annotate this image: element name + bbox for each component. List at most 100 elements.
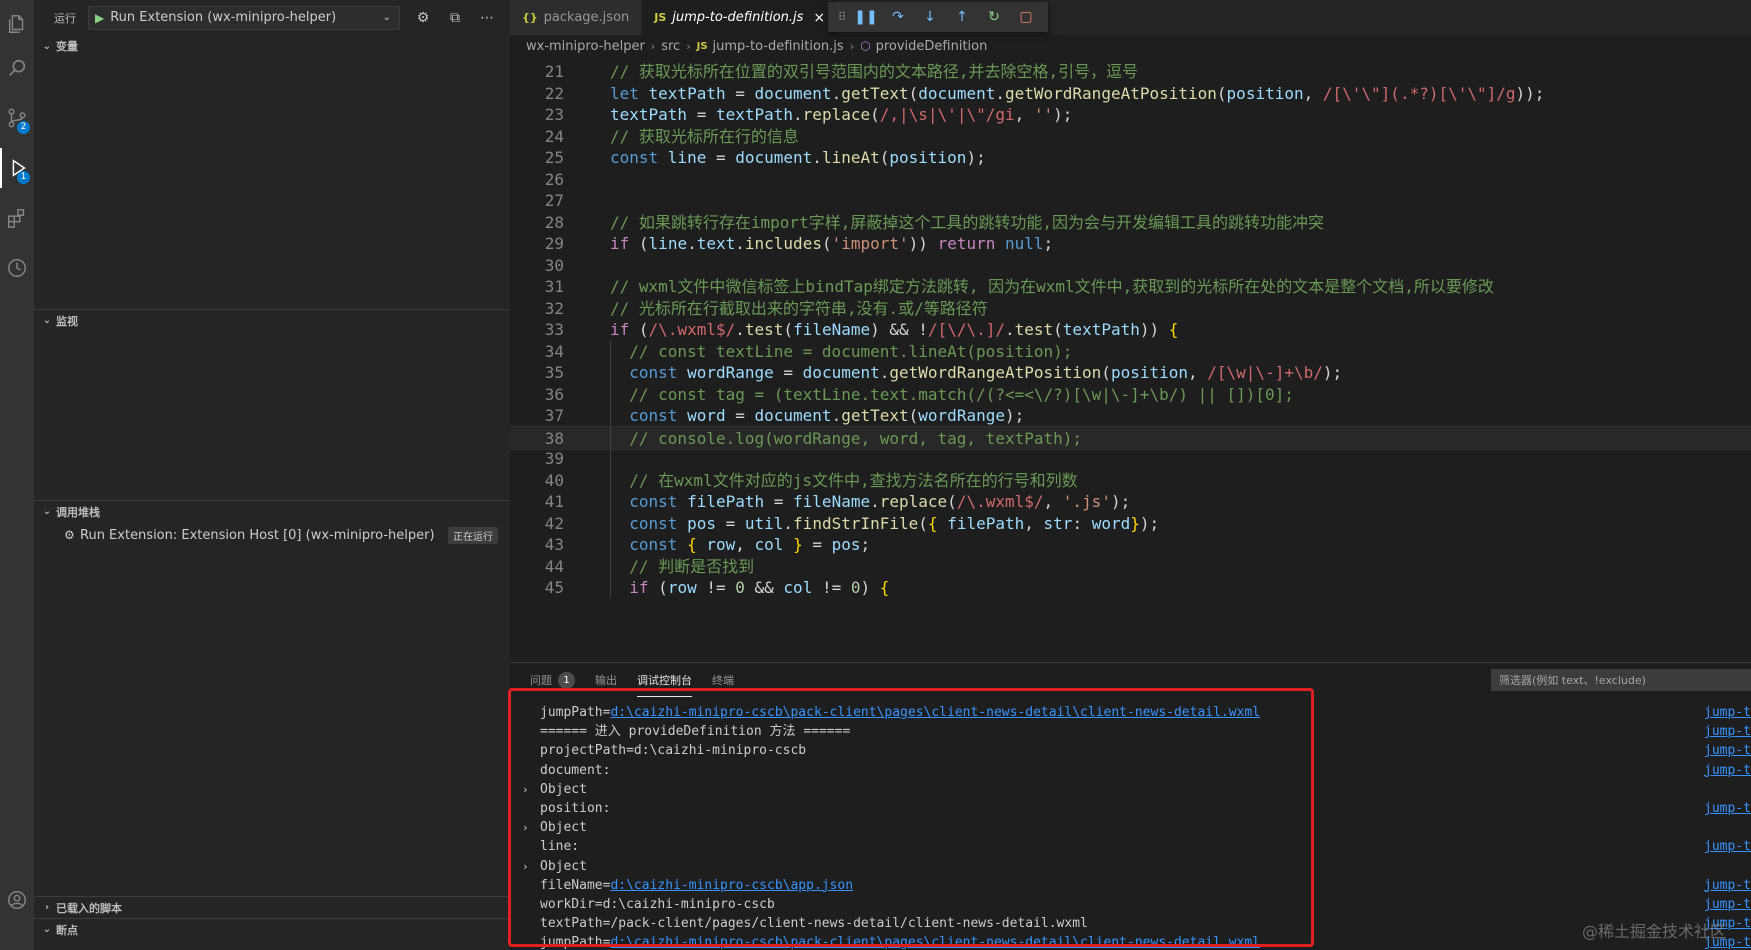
search-icon[interactable] [0, 48, 34, 88]
breadcrumb-file[interactable]: jump-to-definition.js [713, 39, 844, 54]
console-object-row[interactable]: › Object [510, 857, 1751, 876]
code-line[interactable]: 28 // 如果跳转行存在import字样,屏蔽掉这个工具的跳转功能,因为会与开发… [510, 211, 1751, 235]
code-editor[interactable]: 21 // 获取光标所在位置的双引号范围内的文本路径,并去除空格,引号，逗号 22 l… [510, 60, 1751, 660]
close-icon[interactable]: × [813, 10, 825, 26]
code-line[interactable]: 23 textPath = textPath.replace(/,|\s|\'|\… [510, 103, 1751, 127]
section-variables[interactable]: ⌄ 变量 [34, 35, 510, 57]
code-line[interactable]: 40 // 在wxml文件对应的js文件中,查找方法名所在的行号和列数 [510, 469, 1751, 493]
tab-package-json[interactable]: {} package.json [510, 0, 643, 35]
gear-icon[interactable]: ⚙ [414, 9, 432, 27]
section-breakpoints[interactable]: ⌄ 断点 [34, 918, 510, 940]
code-line[interactable]: 22 let textPath = document.getText(docume… [510, 82, 1751, 106]
extensions-icon[interactable] [0, 198, 34, 238]
code-line[interactable]: 38 // console.log(wordRange, word, tag, … [510, 425, 1751, 450]
breadcrumb-folder[interactable]: src [661, 39, 680, 54]
console-file-link[interactable]: d:\caizhi-minipro-cscb\pack-client\pages… [610, 935, 1260, 950]
line-number[interactable]: 40 [510, 469, 564, 493]
code-line[interactable]: 39 [510, 447, 1751, 471]
start-debug-icon[interactable]: ▶ [95, 11, 104, 25]
line-number[interactable]: 39 [510, 447, 564, 471]
code-line[interactable]: 27 [510, 189, 1751, 213]
line-number[interactable]: 21 [510, 60, 564, 84]
step-out-icon[interactable]: ↑ [946, 4, 978, 30]
section-watch[interactable]: ⌄ 监视 [34, 309, 510, 331]
console-source-link[interactable]: jump-t [1704, 703, 1751, 722]
tab-terminal[interactable]: 终端 [712, 663, 734, 697]
more-actions-icon[interactable]: ⋯ [478, 9, 496, 27]
code-line[interactable]: 43 const { row, col } = pos; [510, 533, 1751, 557]
line-number[interactable]: 42 [510, 512, 564, 536]
line-number[interactable]: 28 [510, 211, 564, 235]
step-into-icon[interactable]: ↓ [914, 4, 946, 30]
tab-debug-console[interactable]: 调试控制台 [637, 663, 692, 697]
section-loaded-scripts[interactable]: › 已载入的脚本 [34, 896, 510, 918]
console-source-link[interactable]: jump-t [1704, 799, 1751, 818]
console-source-link[interactable]: jump-t [1704, 741, 1751, 760]
drag-handle-icon[interactable]: ⠿ [834, 4, 850, 30]
timeline-icon[interactable] [0, 248, 34, 288]
code-line[interactable]: 25 const line = document.lineAt(position)… [510, 146, 1751, 170]
tab-output[interactable]: 输出 [595, 663, 617, 697]
code-line[interactable]: 41 const filePath = fileName.replace(/\.… [510, 490, 1751, 514]
explorer-icon[interactable] [0, 4, 34, 44]
line-number[interactable]: 34 [510, 340, 564, 364]
code-line[interactable]: 21 // 获取光标所在位置的双引号范围内的文本路径,并去除空格,引号，逗号 [510, 60, 1751, 84]
expand-chevron-icon[interactable]: › [522, 857, 529, 876]
line-number[interactable]: 30 [510, 254, 564, 278]
step-over-icon[interactable]: ↷ [882, 4, 914, 30]
stop-icon[interactable]: ▢ [1010, 4, 1042, 30]
line-number[interactable]: 35 [510, 361, 564, 385]
launch-config-select[interactable]: ▶ Run Extension (wx-minipro-helper) ⌄ [88, 5, 400, 30]
line-number[interactable]: 24 [510, 125, 564, 149]
line-number[interactable]: 23 [510, 103, 564, 127]
debug-console-icon[interactable]: ⧉ [446, 9, 464, 27]
code-line[interactable]: 26 [510, 168, 1751, 192]
debug-console-output[interactable]: jumpPath=d:\caizhi-minipro-cscb\pack-cli… [510, 697, 1751, 950]
code-line[interactable]: 24 // 获取光标所在行的信息 [510, 125, 1751, 149]
console-source-link[interactable]: jump-t [1704, 722, 1751, 741]
line-number[interactable]: 36 [510, 383, 564, 407]
line-number[interactable]: 29 [510, 232, 564, 256]
code-line[interactable]: 36 // const tag = (textLine.text.match(/… [510, 383, 1751, 407]
line-number[interactable]: 41 [510, 490, 564, 514]
tab-problems[interactable]: 问题 1 [530, 663, 575, 697]
console-source-link[interactable]: jump-t [1704, 761, 1751, 780]
line-number[interactable]: 43 [510, 533, 564, 557]
code-line[interactable]: 29 if (line.text.includes('import')) retu… [510, 232, 1751, 256]
console-filter-input[interactable]: 筛选器(例如 text、!exclude) [1491, 669, 1751, 691]
line-number[interactable]: 44 [510, 555, 564, 579]
breadcrumb-symbol[interactable]: provideDefinition [876, 39, 988, 54]
line-number[interactable]: 22 [510, 82, 564, 106]
line-number[interactable]: 27 [510, 189, 564, 213]
console-source-link[interactable]: jump-t [1704, 837, 1751, 856]
section-call-stack[interactable]: ⌄ 调用堆栈 [34, 500, 510, 522]
code-line[interactable]: 44 // 判断是否找到 [510, 555, 1751, 579]
console-object-row[interactable]: › Object [510, 780, 1751, 799]
call-stack-item[interactable]: ⚙ Run Extension: Extension Host [0] (wx-… [34, 524, 510, 546]
code-line[interactable]: 31 // wxml文件中微信标签上bindTap绑定方法跳转, 因为在wxml文… [510, 275, 1751, 299]
code-line[interactable]: 35 const wordRange = document.getWordRan… [510, 361, 1751, 385]
restart-icon[interactable]: ↻ [978, 4, 1010, 30]
code-line[interactable]: 45 if (row != 0 && col != 0) { [510, 576, 1751, 600]
source-control-icon[interactable]: 2 [0, 98, 34, 138]
code-line[interactable]: 30 [510, 254, 1751, 278]
line-number[interactable]: 26 [510, 168, 564, 192]
console-file-link[interactable]: d:\caizhi-minipro-cscb\pack-client\pages… [610, 705, 1260, 720]
tab-jump-to-definition[interactable]: JS jump-to-definition.js × [642, 0, 839, 35]
expand-chevron-icon[interactable]: › [522, 818, 529, 837]
console-file-link[interactable]: d:\caizhi-minipro-cscb\app.json [610, 878, 853, 893]
code-line[interactable]: 34 // const textLine = document.lineAt(p… [510, 340, 1751, 364]
code-line[interactable]: 32 // 光标所在行截取出来的字符串,没有.或/等路径符 [510, 297, 1751, 321]
account-icon[interactable] [0, 880, 34, 920]
line-number[interactable]: 25 [510, 146, 564, 170]
code-line[interactable]: 37 const word = document.getText(wordRan… [510, 404, 1751, 428]
line-number[interactable]: 31 [510, 275, 564, 299]
console-source-link[interactable]: jump-t [1704, 895, 1751, 914]
code-line[interactable]: 33 if (/\.wxml$/.test(fileName) && !/[\/\… [510, 318, 1751, 342]
line-number[interactable]: 45 [510, 576, 564, 600]
run-debug-icon[interactable]: 1 [0, 148, 34, 188]
pause-icon[interactable]: ❚❚ [850, 4, 882, 30]
console-source-link[interactable]: jump-t [1704, 876, 1751, 895]
line-number[interactable]: 37 [510, 404, 564, 428]
expand-chevron-icon[interactable]: › [522, 780, 529, 799]
